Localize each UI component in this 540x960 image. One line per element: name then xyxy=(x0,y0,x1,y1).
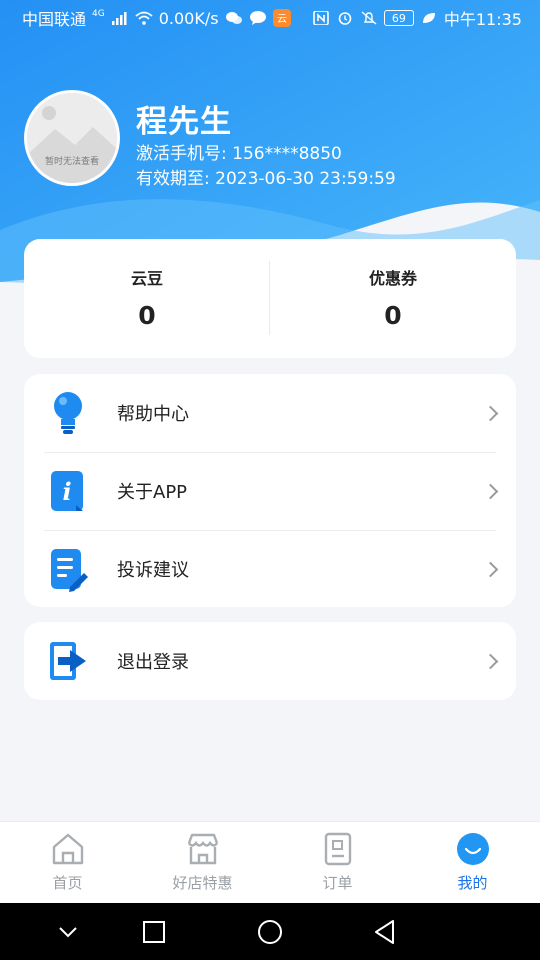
bottom-tab-bar: 首页 好店特惠 订单 我的 xyxy=(0,821,540,903)
svg-text:i: i xyxy=(62,477,71,506)
carrier-text: 中国联通 xyxy=(22,10,87,29)
info-icon: i xyxy=(51,471,83,511)
battery-icon: 69 xyxy=(383,10,414,26)
expiry-row: 有效期至: 2023-06-30 23:59:59 xyxy=(136,164,396,189)
lightbulb-icon xyxy=(54,392,82,434)
chevron-right-icon xyxy=(482,653,499,669)
image-placeholder-icon xyxy=(27,93,117,183)
order-icon xyxy=(324,832,351,866)
avatar-placeholder-text: 暂时无法查看 xyxy=(44,157,99,167)
user-name: 程先生 xyxy=(136,104,232,140)
phone-number: 156****8850 xyxy=(232,144,342,164)
tab-label: 订单 xyxy=(322,874,353,892)
message-icon xyxy=(249,11,266,25)
chevron-right-icon xyxy=(482,561,499,577)
network-type: 4G xyxy=(92,9,105,19)
tab-home[interactable]: 首页 xyxy=(0,822,135,903)
stats-card: 云豆 0 优惠券 0 xyxy=(24,239,516,358)
stat-value: 0 xyxy=(138,301,156,330)
menu-item-help-center[interactable]: 帮助中心 xyxy=(24,374,516,452)
tab-label: 好店特惠 xyxy=(172,874,233,892)
menu-item-about-app[interactable]: i 关于APP xyxy=(24,452,516,530)
expiry-date: 2023-06-30 23:59:59 xyxy=(215,169,396,189)
menu-label: 关于APP xyxy=(117,482,188,503)
menu-label: 帮助中心 xyxy=(117,404,189,425)
svg-text:云: 云 xyxy=(277,14,287,25)
back-icon[interactable] xyxy=(372,919,398,945)
alarm-icon xyxy=(338,12,352,25)
expiry-label: 有效期至: xyxy=(136,169,210,189)
menu-card: 帮助中心 i 关于APP 投诉建议 xyxy=(24,374,516,607)
tab-orders[interactable]: 订单 xyxy=(270,822,405,903)
stat-divider xyxy=(269,261,270,335)
tab-label: 首页 xyxy=(52,874,83,892)
tab-store-deals[interactable]: 好店特惠 xyxy=(135,822,270,903)
avatar[interactable]: 暂时无法查看 xyxy=(24,90,120,186)
chevron-right-icon xyxy=(482,405,499,421)
stat-label: 优惠券 xyxy=(368,269,417,288)
chevron-down-icon[interactable] xyxy=(55,919,81,945)
signal-icon xyxy=(111,12,127,25)
menu-label: 退出登录 xyxy=(117,652,189,673)
wifi-icon xyxy=(135,11,153,25)
system-navigation-bar xyxy=(0,903,540,960)
logout-icon xyxy=(50,642,86,680)
phone-label: 激活手机号: xyxy=(136,144,227,164)
menu-label: 投诉建议 xyxy=(117,560,189,581)
tab-mine[interactable]: 我的 xyxy=(405,822,540,903)
home-button-icon[interactable] xyxy=(257,919,283,945)
stat-value: 0 xyxy=(384,301,402,330)
store-icon xyxy=(187,833,218,865)
network-speed: 0.00K/s xyxy=(158,8,219,28)
tab-label: 我的 xyxy=(457,874,488,892)
home-icon xyxy=(52,833,83,865)
phone-row: 激活手机号: 156****8850 xyxy=(136,139,342,164)
app-notification-icon: 云 xyxy=(272,9,291,27)
leaf-icon xyxy=(422,13,435,23)
document-edit-icon xyxy=(51,549,88,592)
wechat-icon xyxy=(225,12,242,24)
profile-icon xyxy=(456,833,489,865)
menu-item-feedback[interactable]: 投诉建议 xyxy=(24,530,516,608)
stat-label: 云豆 xyxy=(130,269,163,288)
chevron-right-icon xyxy=(482,483,499,499)
mute-icon xyxy=(361,11,377,25)
menu-item-logout[interactable]: 退出登录 xyxy=(24,622,516,700)
clock-text: 中午11:35 xyxy=(443,10,522,29)
stat-coupons[interactable]: 优惠券 0 xyxy=(270,239,516,358)
nfc-icon xyxy=(313,11,329,25)
status-bar: 中国联通 4G 0.00K/s 云 69 中午11:35 xyxy=(0,0,540,36)
recents-icon[interactable] xyxy=(141,919,167,945)
logout-card: 退出登录 xyxy=(24,622,516,700)
stat-yundou[interactable]: 云豆 0 xyxy=(24,239,270,358)
